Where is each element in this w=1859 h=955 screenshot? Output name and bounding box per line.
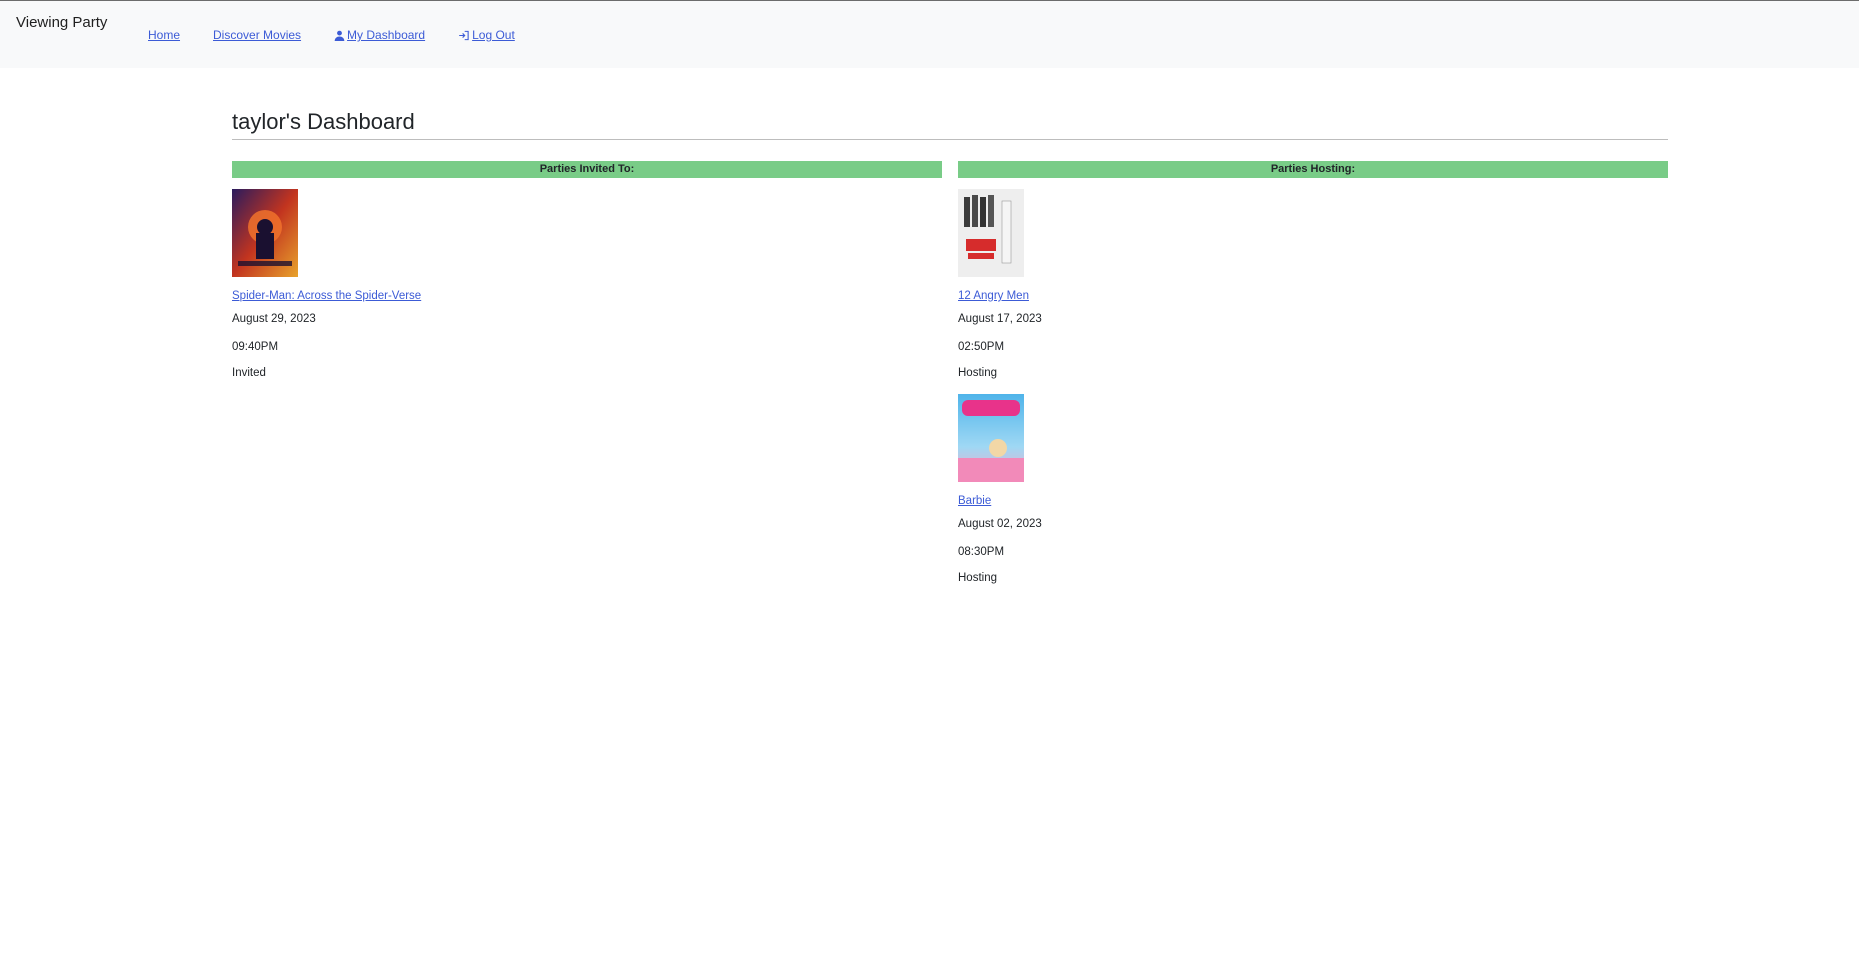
party-card: 12 Angry Men August 17, 2023 02:50PM Hos… [958, 189, 1668, 383]
movie-poster[interactable] [958, 189, 1024, 277]
party-card: Barbie August 02, 2023 08:30PM Hosting [958, 394, 1668, 588]
hosting-column: Parties Hosting: 12 Angry Men August 17,… [958, 161, 1668, 588]
page-title: taylor's Dashboard [232, 109, 415, 134]
nav-logout-label: Log Out [472, 28, 515, 42]
party-date: August 02, 2023 [958, 518, 1042, 530]
hosting-header: Parties Hosting: [958, 161, 1668, 178]
nav-discover-movies-link[interactable]: Discover Movies [213, 28, 301, 42]
nav-dashboard-label: My Dashboard [347, 28, 426, 42]
movie-poster[interactable] [232, 189, 298, 277]
party-time: 02:50PM [958, 341, 1005, 353]
party-status: Hosting [958, 367, 997, 379]
nav-links: Home Discover Movies My Dashboard Log Ou… [148, 28, 548, 42]
party-time: 09:40PM [232, 341, 279, 353]
brand-name[interactable]: Viewing Party [16, 14, 107, 31]
movie-title-link[interactable]: Barbie [958, 492, 1668, 510]
party-time: 08:30PM [958, 546, 1005, 558]
nav-discover-label: Discover Movies [213, 28, 302, 42]
user-icon [334, 30, 345, 41]
navbar: Viewing Party Home Discover Movies My Da… [0, 0, 1859, 68]
nav-log-out-link[interactable]: Log Out [458, 28, 515, 42]
invited-column: Parties Invited To: Spider-Man: Across t… [232, 161, 942, 588]
title-divider [232, 139, 1668, 140]
nav-home-label: Home [148, 28, 181, 42]
movie-poster[interactable] [958, 394, 1024, 482]
main-content: taylor's Dashboard Parties Invited To: S… [232, 95, 1668, 588]
party-status: Invited [232, 367, 266, 379]
movie-title-link[interactable]: 12 Angry Men [958, 287, 1668, 305]
party-card: Spider-Man: Across the Spider-Verse Augu… [232, 189, 942, 383]
party-date: August 29, 2023 [232, 313, 316, 325]
invited-header: Parties Invited To: [232, 161, 942, 178]
log-out-icon [459, 30, 469, 40]
nav-my-dashboard-link[interactable]: My Dashboard [334, 28, 425, 42]
party-columns: Parties Invited To: Spider-Man: Across t… [232, 161, 1668, 588]
party-status: Hosting [958, 572, 997, 584]
movie-title-link[interactable]: Spider-Man: Across the Spider-Verse [232, 287, 942, 305]
party-date: August 17, 2023 [958, 313, 1042, 325]
nav-home-link[interactable]: Home [148, 28, 180, 42]
